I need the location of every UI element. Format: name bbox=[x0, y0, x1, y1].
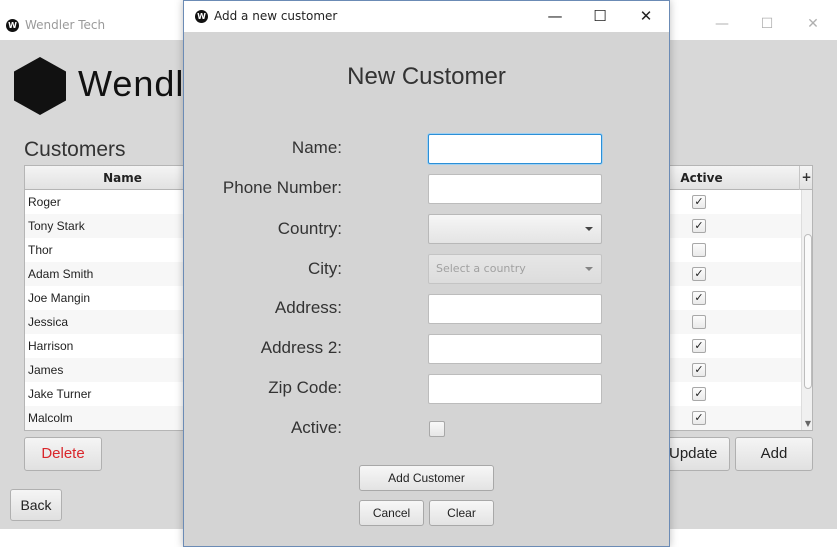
dialog-minimize-button[interactable]: — bbox=[540, 4, 570, 28]
maximize-button[interactable]: ☐ bbox=[757, 14, 777, 34]
dialog-maximize-button[interactable]: ☐ bbox=[585, 4, 615, 28]
active-checkbox-cell[interactable]: ✓ bbox=[692, 195, 706, 209]
scroll-down-arrow-icon[interactable]: ▼ bbox=[803, 419, 812, 430]
add-customer-button[interactable]: Add Customer bbox=[359, 465, 494, 491]
delete-button[interactable]: Delete bbox=[24, 437, 102, 471]
city-label: City: bbox=[308, 259, 342, 278]
city-select-placeholder: Select a country bbox=[436, 262, 526, 275]
zip-code-label: Zip Code: bbox=[268, 378, 342, 397]
active-checkbox-cell[interactable]: ✓ bbox=[692, 411, 706, 425]
active-checkbox-cell[interactable] bbox=[692, 243, 706, 257]
active-checkbox-cell[interactable]: ✓ bbox=[692, 267, 706, 281]
active-checkbox-cell[interactable]: ✓ bbox=[692, 387, 706, 401]
dialog-heading: New Customer bbox=[347, 63, 506, 90]
dialog-title: Add a new customer bbox=[214, 9, 338, 23]
dialog-titlebar: W Add a new customer — ☐ ✕ bbox=[184, 1, 669, 32]
phone-number-input[interactable] bbox=[428, 174, 602, 204]
name-input[interactable] bbox=[428, 134, 602, 164]
country-label: Country: bbox=[277, 219, 342, 238]
column-menu-button[interactable]: + bbox=[799, 166, 812, 190]
app-icon: W bbox=[6, 19, 19, 32]
dialog-app-icon: W bbox=[195, 10, 208, 23]
address2-input[interactable] bbox=[428, 334, 602, 364]
logo-hexagon-icon bbox=[14, 57, 66, 115]
zip-code-input[interactable] bbox=[428, 374, 602, 404]
scrollbar-thumb[interactable] bbox=[804, 234, 812, 389]
active-checkbox-cell[interactable]: ✓ bbox=[692, 291, 706, 305]
name-label: Name: bbox=[291, 138, 342, 157]
chevron-down-icon bbox=[585, 267, 593, 271]
active-label: Active: bbox=[290, 418, 342, 437]
add-customer-dialog: W Add a new customer — ☐ ✕ New Customer … bbox=[183, 0, 670, 547]
cell-name: Joe Mangin bbox=[28, 291, 91, 305]
phone-number-label: Phone Number: bbox=[222, 178, 342, 197]
cell-name: Malcolm bbox=[28, 411, 73, 425]
cell-name: Jake Turner bbox=[28, 387, 92, 401]
customers-heading: Customers bbox=[24, 138, 126, 161]
active-checkbox-cell[interactable]: ✓ bbox=[692, 339, 706, 353]
country-select[interactable] bbox=[428, 214, 602, 244]
chevron-down-icon bbox=[585, 227, 593, 231]
table-scrollbar[interactable]: ▼ bbox=[801, 190, 812, 430]
city-select[interactable]: Select a country bbox=[428, 254, 602, 284]
column-header-active[interactable]: Active bbox=[669, 166, 733, 190]
cancel-button[interactable]: Cancel bbox=[359, 500, 424, 526]
address-input[interactable] bbox=[428, 294, 602, 324]
cell-name: Roger bbox=[28, 195, 61, 209]
address-label: Address: bbox=[274, 298, 342, 317]
active-checkbox-cell[interactable]: ✓ bbox=[692, 363, 706, 377]
cell-name: Tony Stark bbox=[28, 219, 85, 233]
cell-name: James bbox=[28, 363, 64, 377]
active-checkbox-cell[interactable] bbox=[692, 315, 706, 329]
add-button[interactable]: Add bbox=[735, 437, 813, 471]
active-checkbox-cell[interactable]: ✓ bbox=[692, 219, 706, 233]
cell-name: Harrison bbox=[28, 339, 74, 353]
cell-name: Adam Smith bbox=[28, 267, 94, 281]
address2-label: Address 2: bbox=[260, 338, 342, 357]
minimize-button[interactable]: — bbox=[712, 14, 732, 34]
back-button[interactable]: Back bbox=[10, 489, 62, 521]
close-button[interactable]: ✕ bbox=[803, 14, 823, 34]
cell-name: Jessica bbox=[28, 315, 69, 329]
cell-name: Thor bbox=[28, 243, 53, 257]
clear-button[interactable]: Clear bbox=[429, 500, 494, 526]
active-checkbox[interactable] bbox=[429, 421, 445, 437]
update-button[interactable]: Update bbox=[664, 437, 730, 471]
dialog-close-button[interactable]: ✕ bbox=[631, 4, 661, 28]
window-title: Wendler Tech bbox=[25, 18, 106, 32]
